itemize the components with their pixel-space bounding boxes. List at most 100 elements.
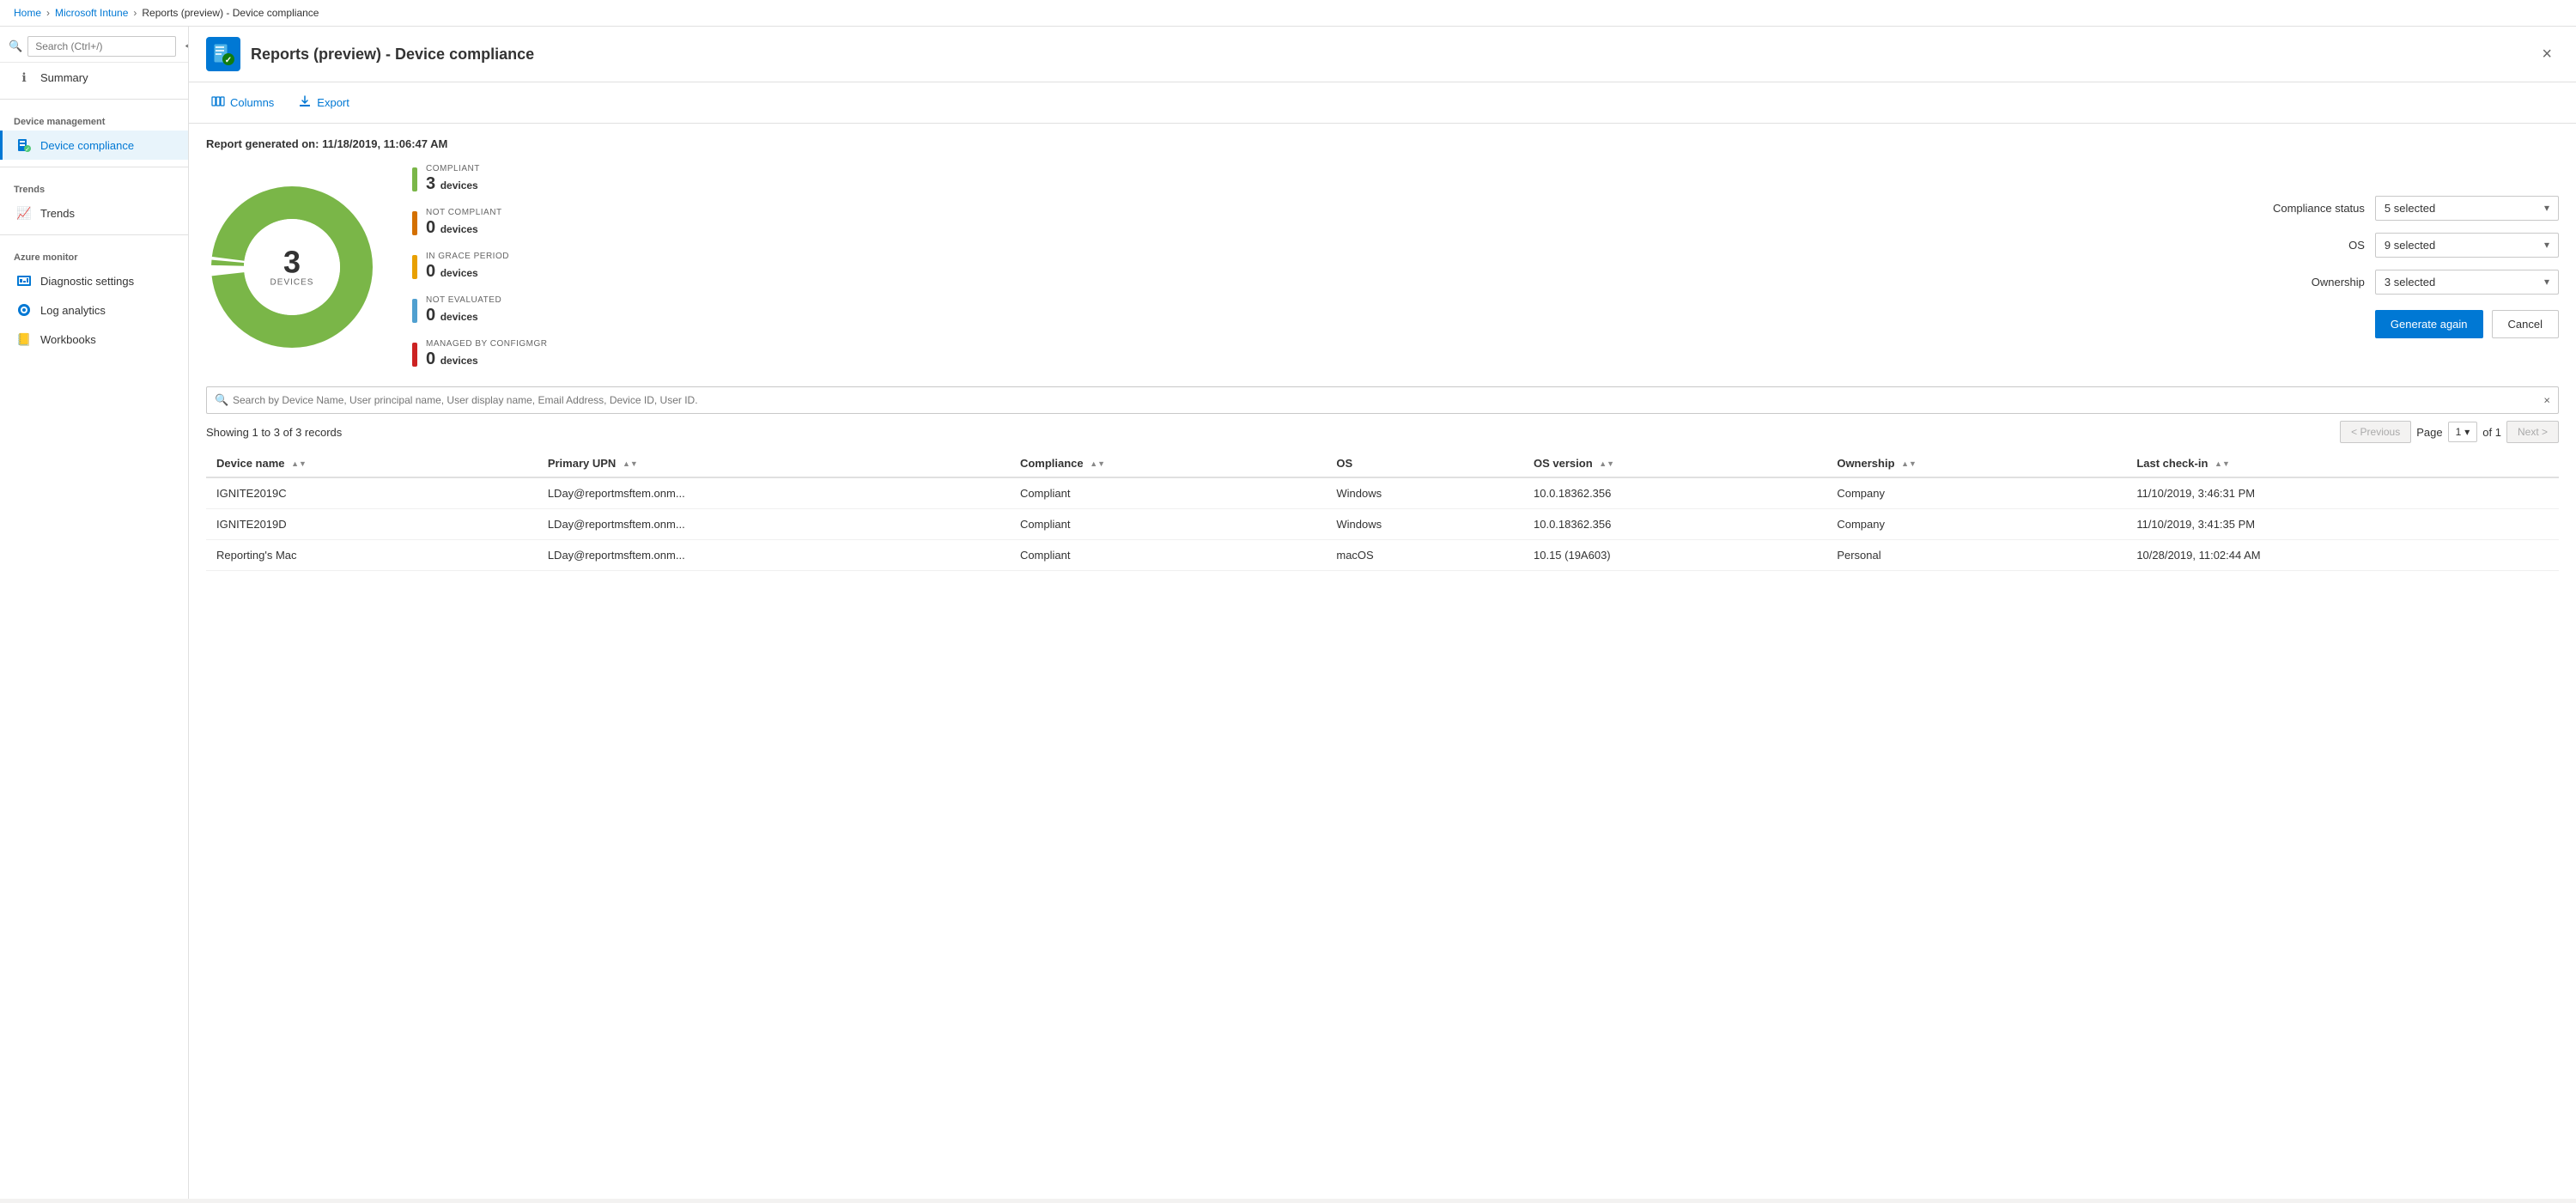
log-analytics-icon — [16, 302, 32, 318]
donut-chart: 3 DEVICES — [206, 181, 378, 353]
os-arrow-icon: ▾ — [2544, 239, 2549, 251]
workbooks-icon: 📒 — [16, 331, 32, 347]
sidebar-item-summary[interactable]: ℹ Summary — [0, 63, 188, 92]
sort-icon-primary-upn[interactable]: ▲▼ — [623, 460, 638, 468]
sidebar-section-azure-monitor: Azure monitor — [0, 242, 188, 266]
sidebar-item-label: Summary — [40, 71, 88, 84]
legend-item-not-compliant: NOT COMPLIANT 0 devices — [412, 208, 548, 238]
sidebar: 🔍 ≪ ℹ Summary Device management ✓ Device — [0, 27, 189, 1199]
report-content: Report generated on: 11/18/2019, 11:06:4… — [189, 124, 2576, 1199]
page-header: ✓ Reports (preview) - Device compliance … — [189, 27, 2576, 82]
sidebar-section-trends: Trends — [0, 174, 188, 198]
legend-item-compliant: COMPLIANT 3 devices — [412, 164, 548, 194]
legend-item-configmgr: MANAGED BY CONFIGMGR 0 devices — [412, 339, 548, 369]
sort-icon-compliance[interactable]: ▲▼ — [1090, 460, 1105, 468]
page-header-left: ✓ Reports (preview) - Device compliance — [206, 37, 534, 71]
page-select[interactable]: 1 ▾ — [2448, 422, 2478, 442]
toolbar: Columns Export — [189, 82, 2576, 124]
table-search-icon: 🔍 — [215, 393, 228, 407]
legend-bar-configmgr — [412, 343, 417, 367]
search-input[interactable] — [27, 36, 176, 57]
sidebar-item-workbooks[interactable]: 📒 Workbooks — [0, 325, 188, 354]
cancel-button[interactable]: Cancel — [2492, 310, 2559, 338]
of-label: of 1 — [2482, 426, 2501, 439]
content-area: ✓ Reports (preview) - Device compliance … — [189, 27, 2576, 1199]
pagination: < Previous Page 1 ▾ of 1 Next > — [2340, 421, 2559, 443]
compliance-status-value: 5 selected — [2385, 202, 2435, 215]
legend-text-not-compliant: NOT COMPLIANT 0 devices — [426, 208, 502, 238]
columns-icon — [211, 94, 225, 111]
col-device-name: Device name ▲▼ — [206, 450, 538, 477]
legend-bar-grace — [412, 255, 417, 279]
breadcrumb-intune[interactable]: Microsoft Intune — [55, 7, 128, 19]
generate-again-button[interactable]: Generate again — [2375, 310, 2483, 338]
breadcrumb-home[interactable]: Home — [14, 7, 41, 19]
device-compliance-icon: ✓ — [16, 137, 32, 153]
legend-text-compliant: COMPLIANT 3 devices — [426, 164, 480, 194]
col-last-checkin: Last check-in ▲▼ — [2126, 450, 2559, 477]
svg-text:✓: ✓ — [225, 56, 232, 65]
compliance-status-arrow-icon: ▾ — [2544, 202, 2549, 214]
sidebar-section-device-management: Device management — [0, 106, 188, 131]
legend-text-not-evaluated: NOT EVALUATED 0 devices — [426, 295, 501, 325]
page-icon: ✓ — [206, 37, 240, 71]
breadcrumb: Home › Microsoft Intune › Reports (previ… — [0, 0, 2576, 27]
table-row: Reporting's MacLDay@reportmsftem.onm...C… — [206, 540, 2559, 571]
filter-row-compliance-status: Compliance status 5 selected ▾ — [2270, 196, 2559, 221]
os-value: 9 selected — [2385, 239, 2435, 252]
ownership-label: Ownership — [2270, 276, 2365, 289]
donut-total-number: 3 — [270, 246, 314, 277]
legend-bar-not-compliant — [412, 211, 417, 235]
sort-icon-ownership[interactable]: ▲▼ — [1901, 460, 1917, 468]
export-button[interactable]: Export — [293, 91, 355, 114]
showing-records-text: Showing 1 to 3 of 3 records — [206, 426, 342, 439]
columns-button[interactable]: Columns — [206, 91, 279, 114]
legend-bar-compliant — [412, 167, 417, 191]
sort-icon-last-checkin[interactable]: ▲▼ — [2215, 460, 2230, 468]
sidebar-item-log-analytics[interactable]: Log analytics — [0, 295, 188, 325]
search-icon: 🔍 — [9, 39, 22, 53]
next-button[interactable]: Next > — [2506, 421, 2559, 443]
sidebar-item-label: Trends — [40, 207, 75, 220]
previous-button[interactable]: < Previous — [2340, 421, 2411, 443]
table-search-clear-icon[interactable]: × — [2543, 394, 2550, 407]
table-container: Device name ▲▼ Primary UPN ▲▼ Compliance… — [206, 450, 2559, 571]
sidebar-item-trends[interactable]: 📈 Trends — [0, 198, 188, 228]
page-label: Page — [2416, 426, 2442, 439]
table-search-area: 🔍 × — [206, 386, 2559, 414]
chart-section: 3 DEVICES COMPLIANT 3 devices — [206, 164, 2559, 369]
report-generated-info: Report generated on: 11/18/2019, 11:06:4… — [206, 137, 2559, 150]
col-os-version: OS version ▲▼ — [1523, 450, 1826, 477]
chart-legend: COMPLIANT 3 devices NOT COMPLIANT 0 devi… — [412, 164, 548, 369]
sidebar-item-device-compliance[interactable]: ✓ Device compliance — [0, 131, 188, 160]
filter-row-os: OS 9 selected ▾ — [2270, 233, 2559, 258]
donut-total-label: DEVICES — [270, 277, 314, 287]
data-table: Device name ▲▼ Primary UPN ▲▼ Compliance… — [206, 450, 2559, 571]
legend-item-not-evaluated: NOT EVALUATED 0 devices — [412, 295, 548, 325]
col-ownership: Ownership ▲▼ — [1826, 450, 2126, 477]
sidebar-item-diagnostic-settings[interactable]: Diagnostic settings — [0, 266, 188, 295]
page-select-arrow-icon: ▾ — [2464, 426, 2470, 438]
ownership-dropdown[interactable]: 3 selected ▾ — [2375, 270, 2559, 295]
table-search-input[interactable] — [206, 386, 2559, 414]
compliance-status-dropdown[interactable]: 5 selected ▾ — [2375, 196, 2559, 221]
col-compliance: Compliance ▲▼ — [1010, 450, 1326, 477]
legend-text-grace: IN GRACE PERIOD 0 devices — [426, 252, 509, 282]
os-dropdown[interactable]: 9 selected ▾ — [2375, 233, 2559, 258]
breadcrumb-current: Reports (preview) - Device compliance — [142, 7, 319, 19]
col-os: OS — [1326, 450, 1523, 477]
legend-item-grace-period: IN GRACE PERIOD 0 devices — [412, 252, 548, 282]
collapse-sidebar-button[interactable]: ≪ — [181, 35, 189, 57]
table-header-row: Device name ▲▼ Primary UPN ▲▼ Compliance… — [206, 450, 2559, 477]
table-row: IGNITE2019CLDay@reportmsftem.onm...Compl… — [206, 477, 2559, 509]
sort-icon-device-name[interactable]: ▲▼ — [291, 460, 307, 468]
ownership-arrow-icon: ▾ — [2544, 276, 2549, 288]
sidebar-item-label: Device compliance — [40, 139, 134, 152]
breadcrumb-sep-1: › — [46, 7, 50, 19]
close-button[interactable]: × — [2535, 41, 2559, 68]
sort-icon-os-version[interactable]: ▲▼ — [1599, 460, 1614, 468]
export-label: Export — [317, 96, 349, 109]
os-label: OS — [2270, 239, 2365, 252]
sidebar-divider-1 — [0, 99, 188, 100]
col-primary-upn: Primary UPN ▲▼ — [538, 450, 1010, 477]
